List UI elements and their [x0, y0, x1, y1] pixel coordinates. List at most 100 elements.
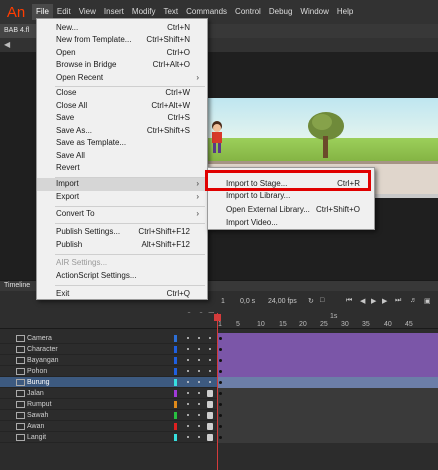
outline-dot[interactable]: [198, 425, 200, 427]
layer-row-sawah[interactable]: Sawah: [0, 410, 438, 421]
layer-color-swatch[interactable]: [174, 335, 177, 342]
file-menu-item-import[interactable]: Import ›: [37, 178, 207, 191]
layer-row-jalan[interactable]: Jalan: [0, 388, 438, 399]
file-menu-item-save-all[interactable]: Save All: [37, 150, 207, 163]
file-menu-item-save-as[interactable]: Save As... Ctrl+Shift+S: [37, 125, 207, 138]
layer-row-rumput[interactable]: Rumput: [0, 399, 438, 410]
file-menu-item-publish-settings[interactable]: Publish Settings... Ctrl+Shift+F12: [37, 226, 207, 239]
layer-name[interactable]: Jalan: [27, 388, 44, 399]
file-menu-item-close-all[interactable]: Close All Ctrl+Alt+W: [37, 100, 207, 113]
layer-color-swatch[interactable]: [174, 346, 177, 353]
layer-frames[interactable]: [218, 355, 438, 366]
lock-dot[interactable]: [209, 348, 211, 350]
play-icon[interactable]: ▶: [371, 297, 376, 305]
outline-dot[interactable]: [198, 381, 200, 383]
import-submenu-item-import-video[interactable]: Import Video...: [208, 217, 374, 230]
keyframe[interactable]: [219, 392, 222, 395]
visibility-dot[interactable]: [187, 392, 189, 394]
layer-frames[interactable]: [218, 388, 438, 399]
lock-dot[interactable]: [209, 359, 211, 361]
lock-dot[interactable]: [209, 370, 211, 372]
outline-dot[interactable]: [198, 348, 200, 350]
outline-dot[interactable]: [198, 403, 200, 405]
layer-color-swatch[interactable]: [174, 357, 177, 364]
step-forward-icon[interactable]: ▶: [382, 297, 387, 305]
visibility-dot[interactable]: [187, 414, 189, 416]
layer-name[interactable]: Langit: [27, 432, 46, 443]
outline-dot[interactable]: [198, 370, 200, 372]
visibility-dot[interactable]: [187, 425, 189, 427]
layer-name[interactable]: Awan: [27, 421, 44, 432]
keyframe[interactable]: [219, 425, 222, 428]
layer-name[interactable]: Character: [27, 344, 58, 355]
layer-row-camera[interactable]: Camera: [0, 333, 438, 344]
visibility-dot[interactable]: [187, 348, 189, 350]
visibility-dot[interactable]: [187, 370, 189, 372]
file-menu-item-convert-to[interactable]: Convert To ›: [37, 208, 207, 221]
layer-row-langit[interactable]: Langit: [0, 432, 438, 443]
layer-row-pohon[interactable]: Pohon: [0, 366, 438, 377]
back-arrow-icon[interactable]: ◀: [4, 40, 10, 49]
lock-icon[interactable]: [207, 390, 213, 397]
keyframe[interactable]: [219, 403, 222, 406]
layer-frames[interactable]: [218, 377, 438, 388]
layer-color-swatch[interactable]: [174, 423, 177, 430]
layer-name[interactable]: Bayangan: [27, 355, 59, 366]
step-back-icon[interactable]: ◀: [360, 297, 365, 305]
menu-debug[interactable]: Debug: [265, 4, 297, 20]
layer-frames[interactable]: [218, 421, 438, 432]
file-menu-item-publish[interactable]: Publish Alt+Shift+F12: [37, 239, 207, 252]
layer-name[interactable]: Pohon: [27, 366, 47, 377]
lock-icon[interactable]: [207, 412, 213, 419]
loop-icon[interactable]: ↻: [308, 297, 314, 305]
visibility-dot[interactable]: [187, 337, 189, 339]
lock-icon[interactable]: [207, 434, 213, 441]
outline-dot[interactable]: [198, 436, 200, 438]
layer-name[interactable]: Burung: [27, 377, 50, 388]
import-submenu-item-open-external-library[interactable]: Open External Library... Ctrl+Shift+O: [208, 204, 374, 217]
layer-frames[interactable]: [218, 333, 438, 344]
layer-color-swatch[interactable]: [174, 401, 177, 408]
outline-dot[interactable]: [198, 337, 200, 339]
file-menu-item-revert[interactable]: Revert: [37, 162, 207, 175]
file-menu-item-open[interactable]: Open Ctrl+O: [37, 47, 207, 60]
layer-name[interactable]: Camera: [27, 333, 52, 344]
layer-name[interactable]: Sawah: [27, 410, 48, 421]
layer-frames[interactable]: [218, 410, 438, 421]
layer-frames[interactable]: [218, 399, 438, 410]
import-submenu-item-import-to-library[interactable]: Import to Library...: [208, 190, 374, 203]
outline-dot[interactable]: [198, 414, 200, 416]
snap-icon[interactable]: □: [320, 297, 324, 304]
keyframe[interactable]: [219, 414, 222, 417]
layer-color-swatch[interactable]: [174, 379, 177, 386]
file-menu-item-actionscript-settings[interactable]: ActionScript Settings...: [37, 270, 207, 283]
keyframe[interactable]: [219, 436, 222, 439]
lock-icon[interactable]: [207, 423, 213, 430]
layer-color-swatch[interactable]: [174, 412, 177, 419]
volume-icon[interactable]: ♬: [410, 297, 417, 304]
file-menu-item-browse-in-bridge[interactable]: Browse in Bridge Ctrl+Alt+O: [37, 59, 207, 72]
layer-color-swatch[interactable]: [174, 434, 177, 441]
visibility-dot[interactable]: [187, 359, 189, 361]
camera-tool-icon[interactable]: ▣: [424, 297, 431, 305]
file-menu-item-exit[interactable]: Exit Ctrl+Q: [37, 288, 207, 301]
visibility-dot[interactable]: [187, 403, 189, 405]
layer-frames[interactable]: [218, 366, 438, 377]
lock-dot[interactable]: [209, 337, 211, 339]
keyframe[interactable]: [219, 348, 222, 351]
file-menu-item-close[interactable]: Close Ctrl+W: [37, 87, 207, 100]
visibility-dot[interactable]: [187, 436, 189, 438]
file-menu-item-save-as-template[interactable]: Save as Template...: [37, 137, 207, 150]
file-menu-item-save[interactable]: Save Ctrl+S: [37, 112, 207, 125]
file-menu-item-open-recent[interactable]: Open Recent ›: [37, 72, 207, 85]
lock-dot[interactable]: [209, 381, 211, 383]
keyframe[interactable]: [219, 337, 222, 340]
menu-control[interactable]: Control: [231, 4, 265, 20]
menu-help[interactable]: Help: [333, 4, 357, 20]
file-menu-item-new[interactable]: New... Ctrl+N: [37, 22, 207, 35]
last-frame-icon[interactable]: ⏭: [395, 297, 401, 305]
layer-row-awan[interactable]: Awan: [0, 421, 438, 432]
playhead[interactable]: [214, 314, 221, 321]
fps-readout[interactable]: 24,00 fps: [268, 298, 297, 305]
first-frame-icon[interactable]: ⏮: [346, 297, 352, 305]
